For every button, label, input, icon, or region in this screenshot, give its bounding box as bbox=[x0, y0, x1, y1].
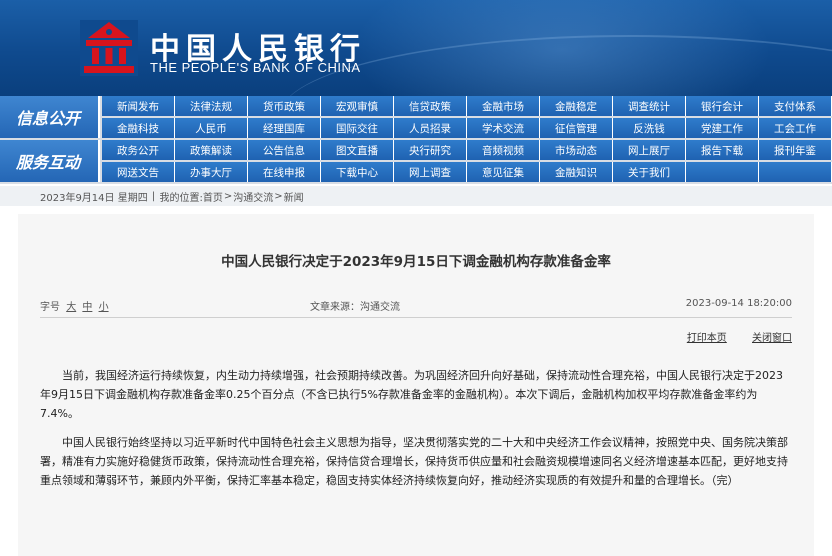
nav-item-academic[interactable]: 学术交流 bbox=[467, 118, 540, 138]
main-navigation: 信息公开 新闻发布 法律法规 货币政策 宏观审慎 信贷政策 金融市场 金融稳定 … bbox=[0, 96, 832, 184]
breadcrumb-arrow: > bbox=[223, 190, 233, 202]
nav-item-macroprudential[interactable]: 宏观审慎 bbox=[321, 96, 394, 116]
nav-item-payment[interactable]: 支付体系 bbox=[759, 96, 832, 116]
meta-divider bbox=[40, 317, 792, 318]
nav-item-about-us[interactable]: 关于我们 bbox=[613, 162, 686, 182]
nav-item-market-updates[interactable]: 市场动态 bbox=[540, 140, 613, 160]
nav-item-statistics[interactable]: 调查统计 bbox=[613, 96, 686, 116]
article-source: 文章来源：沟通交流 bbox=[310, 302, 400, 313]
nav-item-feedback[interactable]: 意见征集 bbox=[467, 162, 540, 182]
site-header: 中国人民银行 THE PEOPLE'S BANK OF CHINA bbox=[0, 0, 832, 96]
nav-item-announcements[interactable]: 公告信息 bbox=[248, 140, 321, 160]
nav-item-live[interactable]: 图文直播 bbox=[321, 140, 394, 160]
nav-grid-service: 政务公开 政策解读 公告信息 图文直播 央行研究 音频视频 市场动态 网上展厅 … bbox=[102, 140, 832, 182]
nav-item-financial-knowledge[interactable]: 金融知识 bbox=[540, 162, 613, 182]
article-paragraph: 当前，我国经济运行持续恢复，内生动力持续增强，社会预期持续改善。为巩固经济回升向… bbox=[40, 369, 783, 420]
breadcrumb-arrow: > bbox=[274, 190, 283, 202]
breadcrumb-weekday: 星期四 bbox=[117, 192, 148, 204]
article-actions: 打印本页 关闭窗口 bbox=[665, 329, 792, 344]
nav-item-reports[interactable]: 报告下载 bbox=[686, 140, 759, 160]
nav-item-aml[interactable]: 反洗钱 bbox=[613, 118, 686, 138]
nav-item-credit-policy[interactable]: 信贷政策 bbox=[394, 96, 467, 116]
nav-grid-info: 新闻发布 法律法规 货币政策 宏观审慎 信贷政策 金融市场 金融稳定 调查统计 … bbox=[102, 96, 832, 138]
article-title: 中国人民银行决定于2023年9月15日下调金融机构存款准备金率 bbox=[221, 254, 611, 270]
nav-item-empty bbox=[759, 162, 832, 182]
font-size-small-link[interactable]: 小 bbox=[99, 302, 109, 313]
nav-item-treasury[interactable]: 经理国库 bbox=[248, 118, 321, 138]
nav-section-label[interactable]: 服务互动 bbox=[0, 140, 100, 182]
nav-section-service: 服务互动 政务公开 政策解读 公告信息 图文直播 央行研究 音频视频 市场动态 … bbox=[0, 140, 832, 182]
print-page-link[interactable]: 打印本页 bbox=[687, 333, 727, 344]
nav-item-union[interactable]: 工会工作 bbox=[759, 118, 832, 138]
breadcrumb-location-label: 我的位置: bbox=[159, 192, 203, 204]
nav-item-recruitment[interactable]: 人员招录 bbox=[394, 118, 467, 138]
nav-item-party-building[interactable]: 党建工作 bbox=[686, 118, 759, 138]
nav-section-info: 信息公开 新闻发布 法律法规 货币政策 宏观审慎 信贷政策 金融市场 金融稳定 … bbox=[0, 96, 832, 138]
nav-item-accounting[interactable]: 银行会计 bbox=[686, 96, 759, 116]
breadcrumb: 2023年9月14日 星期四 | 我的位置: 首页 > 沟通交流 > 新闻 bbox=[0, 186, 832, 206]
nav-item-empty bbox=[686, 162, 759, 182]
breadcrumb-current-link[interactable]: 新闻 bbox=[284, 189, 304, 204]
font-size-medium-link[interactable]: 中 bbox=[82, 302, 92, 313]
nav-item-rmb[interactable]: 人民币 bbox=[175, 118, 248, 138]
nav-item-policy-interpretation[interactable]: 政策解读 bbox=[175, 140, 248, 160]
nav-item-online-filing[interactable]: 在线申报 bbox=[248, 162, 321, 182]
nav-item-international[interactable]: 国际交往 bbox=[321, 118, 394, 138]
pboc-logo-icon[interactable] bbox=[80, 20, 138, 76]
article-date: 2023-09-14 18:20:00 bbox=[685, 298, 792, 309]
nav-item-downloads[interactable]: 下载中心 bbox=[321, 162, 394, 182]
brand-english: THE PEOPLE'S BANK OF CHINA bbox=[150, 60, 361, 75]
nav-item-media[interactable]: 音频视频 bbox=[467, 140, 540, 160]
nav-item-fintech[interactable]: 金融科技 bbox=[102, 118, 175, 138]
font-size-controls: 字号 大 中 小 bbox=[40, 298, 109, 313]
article-paragraph: 中国人民银行始终坚持以习近平新时代中国特色社会主义思想为指导，坚决贯彻落实党的二… bbox=[40, 436, 788, 487]
font-size-large-link[interactable]: 大 bbox=[66, 302, 76, 313]
nav-item-financial-stability[interactable]: 金融稳定 bbox=[540, 96, 613, 116]
nav-item-documents[interactable]: 网送文告 bbox=[102, 162, 175, 182]
breadcrumb-separator: | bbox=[151, 190, 156, 202]
nav-item-news[interactable]: 新闻发布 bbox=[102, 96, 175, 116]
nav-item-research[interactable]: 央行研究 bbox=[394, 140, 467, 160]
breadcrumb-channel-link[interactable]: 沟通交流 bbox=[233, 189, 273, 204]
close-window-link[interactable]: 关闭窗口 bbox=[752, 333, 792, 344]
breadcrumb-home-link[interactable]: 首页 bbox=[203, 189, 223, 204]
nav-item-survey[interactable]: 网上调查 bbox=[394, 162, 467, 182]
nav-item-laws[interactable]: 法律法规 bbox=[175, 96, 248, 116]
breadcrumb-date: 2023年9月14日 bbox=[40, 192, 115, 204]
nav-item-service-hall[interactable]: 办事大厅 bbox=[175, 162, 248, 182]
nav-item-yearbooks[interactable]: 报刊年鉴 bbox=[759, 140, 832, 160]
nav-section-label[interactable]: 信息公开 bbox=[0, 96, 100, 138]
nav-item-monetary-policy[interactable]: 货币政策 bbox=[248, 96, 321, 116]
nav-item-gov-affairs[interactable]: 政务公开 bbox=[102, 140, 175, 160]
nav-item-financial-markets[interactable]: 金融市场 bbox=[467, 96, 540, 116]
font-size-label: 字号 bbox=[40, 302, 60, 313]
article-meta: 字号 大 中 小 文章来源：沟通交流 2023-09-14 18:20:00 bbox=[40, 298, 792, 314]
nav-item-credit-reference[interactable]: 征信管理 bbox=[540, 118, 613, 138]
article-body: 当前，我国经济运行持续恢复，内生动力持续增强，社会预期持续改善。为巩固经济回升向… bbox=[40, 366, 792, 500]
nav-item-online-exhibit[interactable]: 网上展厅 bbox=[613, 140, 686, 160]
